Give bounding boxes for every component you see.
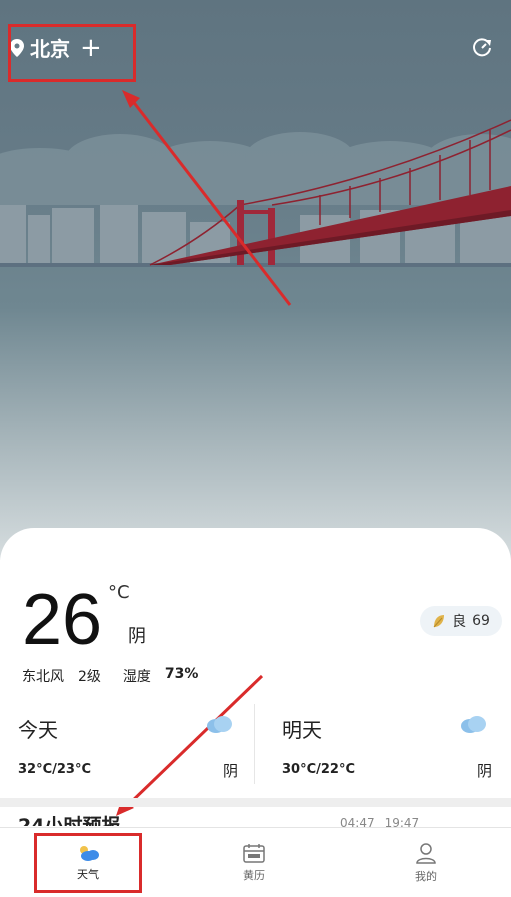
cloud-icon bbox=[207, 716, 232, 733]
temperature-range: 30°C/22°C bbox=[282, 762, 356, 777]
tab-label: 黄历 bbox=[243, 868, 265, 882]
weather-icon bbox=[80, 845, 99, 861]
calendar-icon bbox=[243, 843, 265, 863]
tab-almanac[interactable]: 黄历 bbox=[194, 828, 314, 897]
day-divider bbox=[254, 704, 255, 784]
forecast-tomorrow[interactable]: 明天 30°C/22°C 阴 bbox=[282, 704, 492, 794]
day-condition: 阴 bbox=[476, 762, 492, 780]
forecast-today[interactable]: 今天 32°C/23°C 阴 bbox=[18, 704, 238, 794]
day-name: 今天 bbox=[18, 718, 58, 742]
bottom-navigation: 天气 黄历 我的 bbox=[0, 827, 511, 897]
tab-label: 我的 bbox=[415, 869, 437, 883]
section-divider bbox=[0, 798, 511, 807]
tab-label: 天气 bbox=[77, 867, 99, 881]
temperature-range: 32°C/23°C bbox=[18, 762, 92, 777]
cloud-icon bbox=[461, 716, 486, 733]
profile-icon bbox=[416, 842, 436, 864]
tab-weather[interactable]: 天气 bbox=[28, 828, 148, 897]
day-condition: 阴 bbox=[222, 762, 238, 780]
day-name: 明天 bbox=[282, 718, 322, 742]
hourly-forecast-title: 24小时预报 bbox=[18, 815, 121, 826]
tab-profile[interactable]: 我的 bbox=[366, 828, 486, 897]
